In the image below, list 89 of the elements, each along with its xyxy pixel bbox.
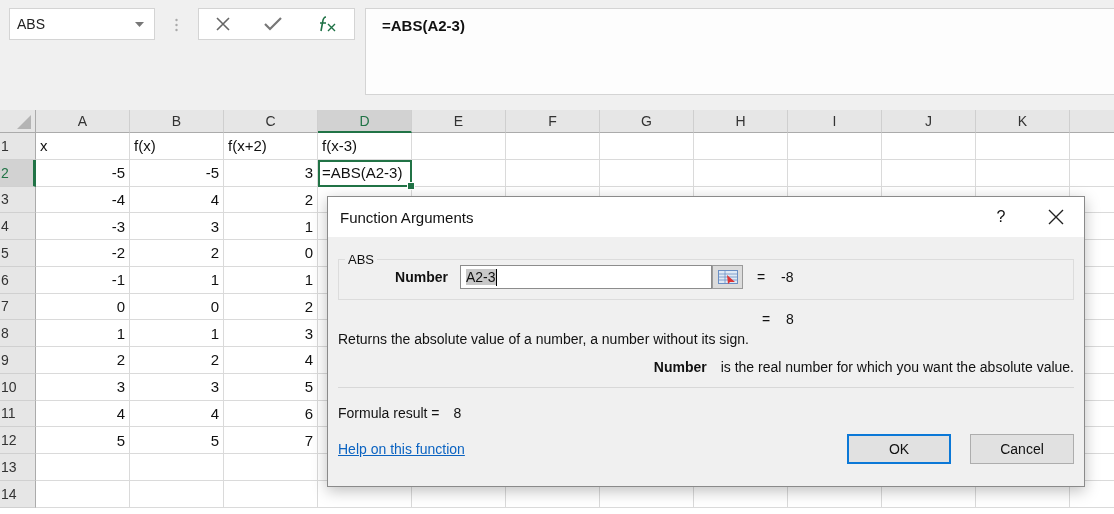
close-icon[interactable] xyxy=(1048,209,1064,225)
column-header[interactable]: H xyxy=(694,110,788,133)
table-cell: 0 xyxy=(224,240,318,267)
row-header[interactable]: 9 xyxy=(0,347,36,374)
dialog-button[interactable]: Cancel xyxy=(970,434,1074,464)
function-result: 8 xyxy=(786,311,794,327)
row-header[interactable]: 10 xyxy=(0,373,36,401)
table-cell: -5 xyxy=(130,159,224,187)
formula-result-label: Formula result = xyxy=(338,405,440,421)
dropdown-icon xyxy=(135,21,144,27)
row-header[interactable]: 6 xyxy=(0,266,36,294)
table-cell: 6 xyxy=(224,400,318,428)
dialog-button[interactable]: OK xyxy=(847,434,951,464)
column-header[interactable]: G xyxy=(600,110,694,133)
row-header[interactable]: 12 xyxy=(0,427,36,454)
table-cell: 0 xyxy=(36,293,130,321)
dialog-title: Function Arguments xyxy=(340,208,475,226)
table-cell: 1 xyxy=(36,320,130,347)
argument-description: is the real number for which you want the absolute value. xyxy=(720,359,1074,375)
argument-result: -8 xyxy=(781,269,794,285)
row-header[interactable]: 14 xyxy=(0,480,36,508)
row-header[interactable]: 1 xyxy=(0,133,36,160)
help-button[interactable]: ? xyxy=(988,208,1014,226)
table-cell: -2 xyxy=(36,240,130,267)
table-cell: 7 xyxy=(224,427,318,454)
check-icon[interactable] xyxy=(264,17,283,31)
equals-sign: = xyxy=(757,269,767,285)
table-cell: 1 xyxy=(224,213,318,240)
table-cell: 4 xyxy=(130,186,224,214)
column-header[interactable]: A xyxy=(36,110,130,133)
table-cell: 3 xyxy=(36,373,130,401)
table-cell: 3 xyxy=(130,373,224,401)
table-cell: 3 xyxy=(224,320,318,347)
table-cell: 0 xyxy=(130,293,224,321)
row-header[interactable]: 8 xyxy=(0,320,36,347)
table-cell: 5 xyxy=(130,427,224,454)
name-box[interactable]: ABS xyxy=(9,8,155,40)
fill-handle[interactable] xyxy=(407,181,415,190)
row-header[interactable]: 4 xyxy=(0,213,36,240)
table-cell: 1 xyxy=(130,320,224,347)
row-header[interactable]: 7 xyxy=(0,293,36,321)
formula-bar[interactable]: =ABS(A2-3) xyxy=(365,8,1114,95)
row-header[interactable]: 13 xyxy=(0,454,36,481)
argument-input[interactable]: A2-3 xyxy=(460,265,712,289)
equals-sign: = xyxy=(762,311,772,327)
table-cell: -3 xyxy=(36,213,130,240)
row-header[interactable]: 2 xyxy=(0,159,36,187)
table-cell: 2 xyxy=(130,347,224,374)
table-cell: 1 xyxy=(224,266,318,294)
grid-arrow-icon xyxy=(717,270,738,284)
column-header[interactable]: J xyxy=(882,110,976,133)
table-cell: -1 xyxy=(36,266,130,294)
table-cell: f(x-3) xyxy=(318,133,412,160)
argument-label: Number xyxy=(394,269,449,285)
table-cell: 2 xyxy=(130,240,224,267)
function-name: ABS xyxy=(347,252,375,267)
table-cell: 5 xyxy=(36,427,130,454)
table-cell: 4 xyxy=(130,400,224,428)
range-picker-button[interactable] xyxy=(712,265,743,289)
column-header[interactable]: F xyxy=(506,110,600,133)
cancel-icon[interactable] xyxy=(216,17,231,31)
active-cell[interactable]: =ABS(A2-3) xyxy=(318,159,412,187)
table-cell: 2 xyxy=(224,293,318,321)
formula-result-value: 8 xyxy=(453,405,462,421)
column-header[interactable]: E xyxy=(412,110,506,133)
help-link[interactable]: Help on this function xyxy=(338,441,828,457)
table-cell: -4 xyxy=(36,186,130,214)
table-cell: 4 xyxy=(224,347,318,374)
row-header[interactable]: 3 xyxy=(0,186,36,214)
argument-name: Number xyxy=(653,359,707,375)
table-cell: 3 xyxy=(130,213,224,240)
table-cell: f(x+2) xyxy=(224,133,318,160)
column-header[interactable]: K xyxy=(976,110,1070,133)
table-cell: 2 xyxy=(224,186,318,214)
table-cell: 2 xyxy=(36,347,130,374)
column-header[interactable]: I xyxy=(788,110,882,133)
column-header[interactable]: C xyxy=(224,110,318,133)
table-cell: f(x) xyxy=(130,133,224,160)
table-cell: x xyxy=(36,133,130,160)
table-cell: 1 xyxy=(130,266,224,294)
column-header[interactable]: B xyxy=(130,110,224,133)
column-header[interactable]: D xyxy=(318,110,412,133)
row-header[interactable]: 11 xyxy=(0,400,36,428)
function-description: Returns the absolute value of a number, a number without its sign. xyxy=(338,331,750,347)
row-header[interactable]: 5 xyxy=(0,240,36,267)
table-cell: 4 xyxy=(36,400,130,428)
table-cell: 5 xyxy=(224,373,318,401)
grip-icon xyxy=(175,18,178,32)
table-cell: -5 xyxy=(36,159,130,187)
